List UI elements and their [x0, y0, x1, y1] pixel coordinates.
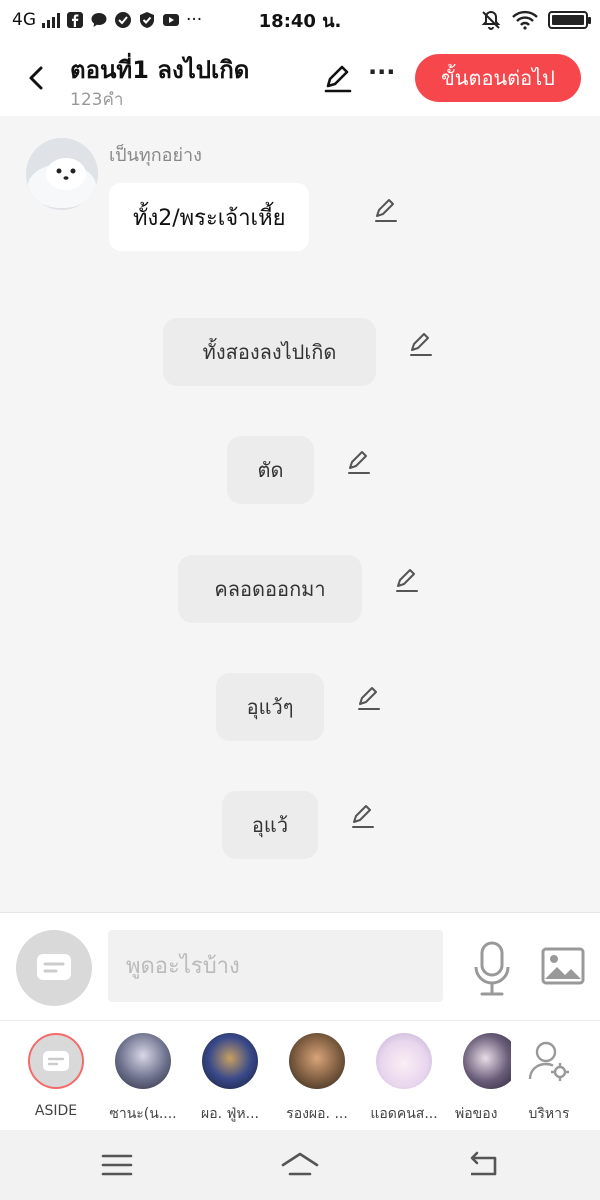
word-count: 123คำ: [70, 90, 124, 110]
character-name: ซานะ(น....: [109, 1106, 177, 1122]
edit-title-pencil-icon[interactable]: [322, 62, 354, 94]
character-name: ผอ. ฟู่ห...: [200, 1106, 259, 1122]
microphone-icon[interactable]: [470, 941, 514, 997]
avatar-speaker-seal[interactable]: [26, 138, 98, 210]
more-menu-button[interactable]: ···: [368, 58, 396, 90]
character-name: ASIDE: [34, 1103, 78, 1119]
message-input[interactable]: [108, 930, 443, 1002]
character-item[interactable]: ซานะ(น....: [103, 1033, 183, 1125]
avatar: [28, 1033, 84, 1089]
story-header: ตอนที่1 ลงไปเกิด 123คำ ··· ขั้นตอนต่อไป: [0, 40, 600, 116]
home-icon[interactable]: [280, 1150, 320, 1180]
character-item[interactable]: พ่อของ: [451, 1033, 511, 1125]
user-settings-icon: [528, 1041, 569, 1081]
avatar: [115, 1033, 171, 1089]
narration-bubble[interactable]: คลอดออกมา: [178, 555, 362, 623]
character-item[interactable]: รองผอ. ...: [277, 1033, 357, 1125]
narration-bubble[interactable]: ตัด: [227, 436, 314, 504]
edit-narration-pencil-icon[interactable]: [355, 684, 383, 712]
avatar: [202, 1033, 258, 1089]
speaker-name: เป็นทุกอย่าง: [109, 145, 202, 166]
avatar: [463, 1033, 511, 1089]
avatar: [376, 1033, 432, 1089]
manage-characters-button[interactable]: บริหาร: [509, 1033, 589, 1125]
character-name: พ่อของ: [455, 1106, 498, 1122]
edit-message-pencil-icon[interactable]: [372, 196, 400, 224]
message-bubble[interactable]: ทั้ง2/พระเจ้าเหี้ย: [109, 183, 310, 251]
edit-narration-pencil-icon[interactable]: [345, 448, 373, 476]
edit-narration-pencil-icon[interactable]: [393, 566, 421, 594]
clock: 18:40 น.: [258, 10, 342, 32]
character-name: แอดคนส...: [370, 1106, 438, 1122]
chat-area[interactable]: เป็นทุกอย่าง ทั้ง2/พระเจ้าเหี้ย ทั้งสองล…: [0, 116, 600, 912]
narration-bubble[interactable]: อุแว้ๆ: [216, 673, 324, 741]
edit-narration-pencil-icon[interactable]: [407, 330, 435, 358]
back-arrow-icon: [29, 66, 43, 90]
battery-icon: [548, 11, 591, 29]
next-step-button[interactable]: ขั้นตอนต่อไป: [415, 54, 581, 102]
narration-mode-button[interactable]: [16, 930, 92, 1006]
edit-narration-pencil-icon[interactable]: [349, 802, 377, 830]
status-bar: 4G ··· 18:40 น.: [0, 0, 600, 40]
narration-bubble[interactable]: อุแว้: [222, 791, 318, 859]
back-nav-icon[interactable]: [463, 1150, 503, 1180]
character-item[interactable]: แอดคนส...: [364, 1033, 444, 1125]
message-box-icon: [37, 954, 71, 980]
seal-image: [26, 138, 98, 210]
message-input-bar: [0, 912, 600, 1020]
character-item-aside[interactable]: ASIDE: [16, 1033, 96, 1119]
avatar: [521, 1033, 577, 1089]
character-name: บริหาร: [528, 1106, 570, 1122]
character-selector: ASIDE ซานะ(น.... ผอ. ฟู่ห... รองผอ. ... …: [0, 1020, 600, 1130]
episode-title: ตอนที่1 ลงไปเกิด: [70, 56, 250, 84]
menu-icon[interactable]: [97, 1150, 137, 1180]
system-nav-bar: [0, 1130, 600, 1200]
image-icon[interactable]: [540, 945, 586, 989]
narration-bubble[interactable]: ทั้งสองลงไปเกิด: [163, 318, 376, 386]
message-box-icon: [43, 1051, 69, 1071]
character-name: รองผอ. ...: [286, 1106, 348, 1122]
avatar: [289, 1033, 345, 1089]
back-button[interactable]: [18, 58, 54, 98]
character-item[interactable]: ผอ. ฟู่ห...: [190, 1033, 270, 1125]
